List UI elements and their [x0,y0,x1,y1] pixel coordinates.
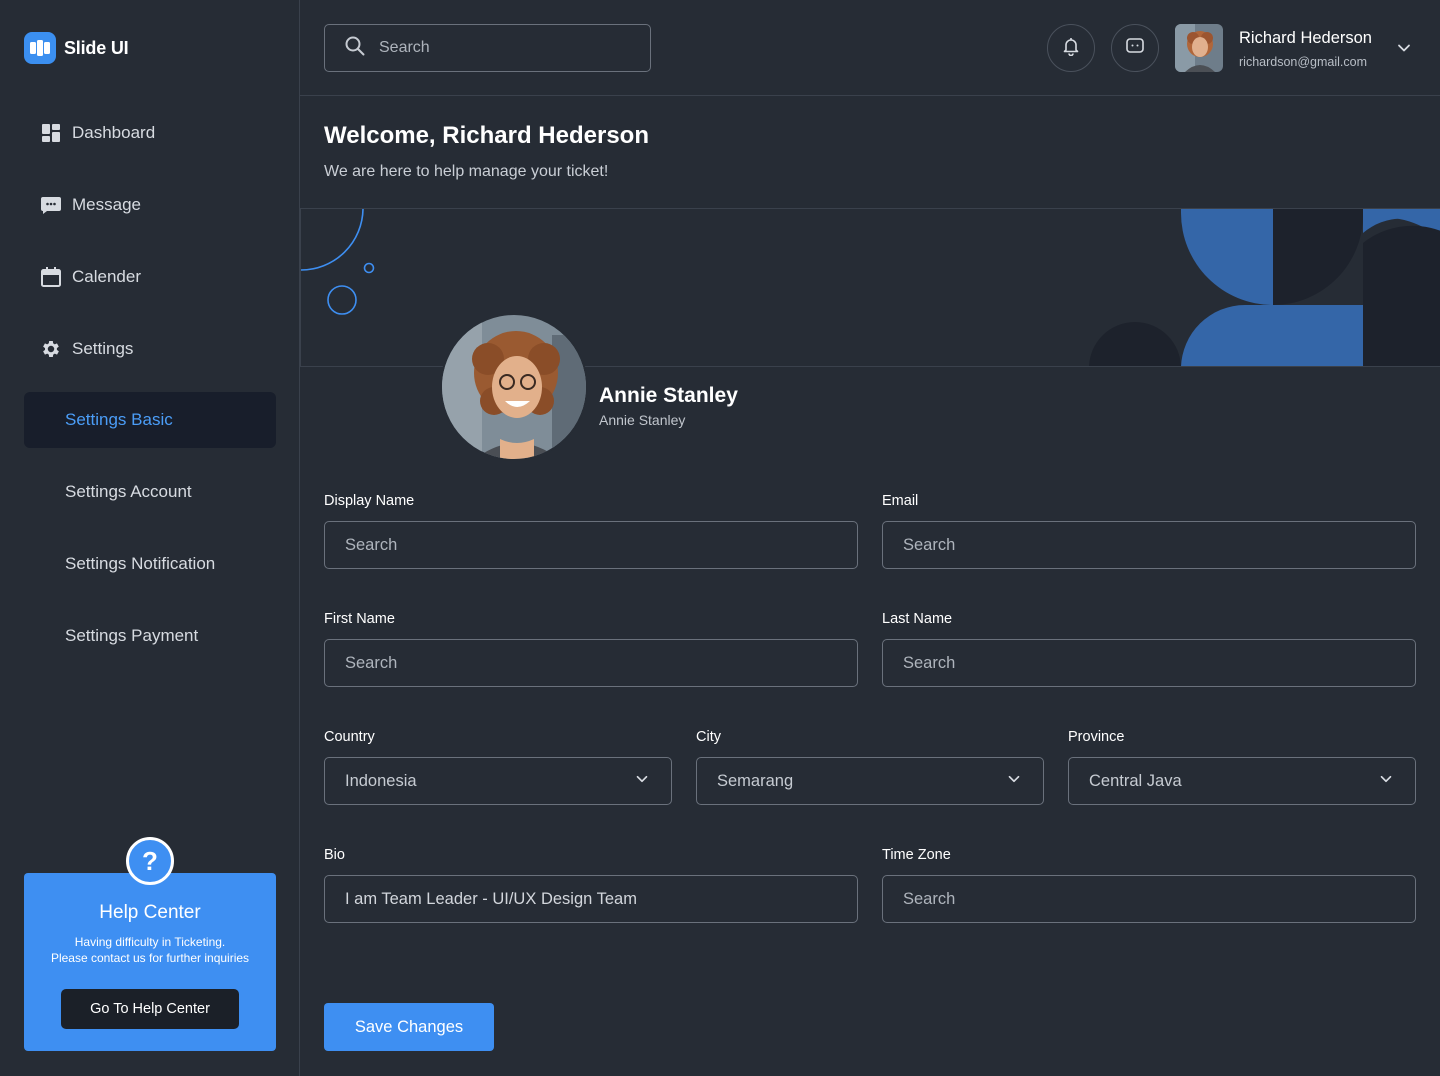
search-icon [345,36,365,61]
notification-button[interactable] [1047,24,1095,72]
time-zone-input[interactable] [903,889,1395,909]
app-logo[interactable]: Slide UI [24,32,129,64]
sidebar-item-settings-basic[interactable]: Settings Basic [24,392,276,448]
email-label: Email [882,493,919,509]
email-field[interactable] [882,521,1416,569]
bell-icon [1061,36,1081,61]
email-input[interactable] [903,535,1395,555]
sidebar-item-settings-account[interactable]: Settings Account [24,464,276,520]
sidebar-item-settings-notification[interactable]: Settings Notification [24,536,276,592]
chevron-down-icon [1377,770,1395,793]
time-zone-label: Time Zone [882,847,951,863]
city-label: City [696,729,721,745]
profile-subtitle: Annie Stanley [599,412,686,428]
app-name: Slide UI [64,37,129,58]
nav-item-settings[interactable]: Settings [40,337,133,361]
sidebar: Slide UI Dashboard Message Calender Sett… [0,0,300,1076]
help-desc-line: Having difficulty in Ticketing. [74,935,226,949]
last-name-field[interactable] [882,639,1416,687]
message-icon [40,194,62,216]
country-value: Indonesia [345,771,417,790]
save-changes-button[interactable]: Save Changes [324,1003,494,1051]
time-zone-field[interactable] [882,875,1416,923]
chevron-down-icon [1005,770,1023,793]
profile-avatar[interactable] [440,313,588,461]
nav-item-calendar[interactable]: Calender [40,265,141,289]
city-value: Semarang [717,771,794,790]
chat-icon [1125,36,1145,61]
nav-item-dashboard[interactable]: Dashboard [40,121,155,145]
nav-label: Settings [72,339,134,358]
nav-label: Message [72,195,141,214]
chevron-down-icon[interactable] [1394,38,1414,63]
province-value: Central Java [1089,771,1182,790]
country-label: Country [324,729,375,745]
question-icon: ? [126,837,174,885]
page-subtitle: We are here to help manage your ticket! [324,163,609,180]
country-select[interactable]: Indonesia [324,757,672,805]
bio-field[interactable] [324,875,858,923]
dashboard-icon [40,122,62,144]
chevron-down-icon [633,770,651,793]
city-select[interactable]: Semarang [696,757,1044,805]
first-name-field[interactable] [324,639,858,687]
messages-button[interactable] [1111,24,1159,72]
user-name[interactable]: Richard Hederson [1239,29,1372,48]
search-input[interactable] [379,39,619,57]
profile-name: Annie Stanley [599,384,738,407]
sidebar-item-settings-payment[interactable]: Settings Payment [24,608,276,664]
search-box[interactable] [324,24,651,72]
bio-input[interactable] [345,889,837,909]
province-select[interactable]: Central Java [1068,757,1416,805]
gear-icon [40,338,62,360]
nav-item-message[interactable]: Message [40,193,141,217]
help-center-card: ? Help Center Having difficulty in Ticke… [24,837,276,1051]
first-name-input[interactable] [345,653,837,673]
first-name-label: First Name [324,611,395,627]
bio-label: Bio [324,847,345,863]
display-name-input[interactable] [345,535,837,555]
go-to-help-center-button[interactable]: Go To Help Center [61,989,239,1029]
help-description: Having difficulty in Ticketing. Please c… [24,934,276,966]
user-avatar[interactable] [1175,24,1223,72]
help-title: Help Center [99,902,201,923]
last-name-input[interactable] [903,653,1395,673]
page-title: Welcome, Richard Hederson [324,122,649,149]
province-label: Province [1068,729,1125,745]
last-name-label: Last Name [882,611,953,627]
nav-label: Calender [72,267,141,286]
help-desc-line: Please contact us for further inquiries [50,951,250,965]
logo-icon [24,32,56,64]
display-name-field[interactable] [324,521,858,569]
user-email: richardson@gmail.com [1239,55,1368,69]
top-bar: Richard Hederson richardson@gmail.com [300,0,1440,96]
display-name-label: Display Name [324,493,415,509]
nav-label: Dashboard [72,123,156,142]
calendar-icon [40,266,62,288]
